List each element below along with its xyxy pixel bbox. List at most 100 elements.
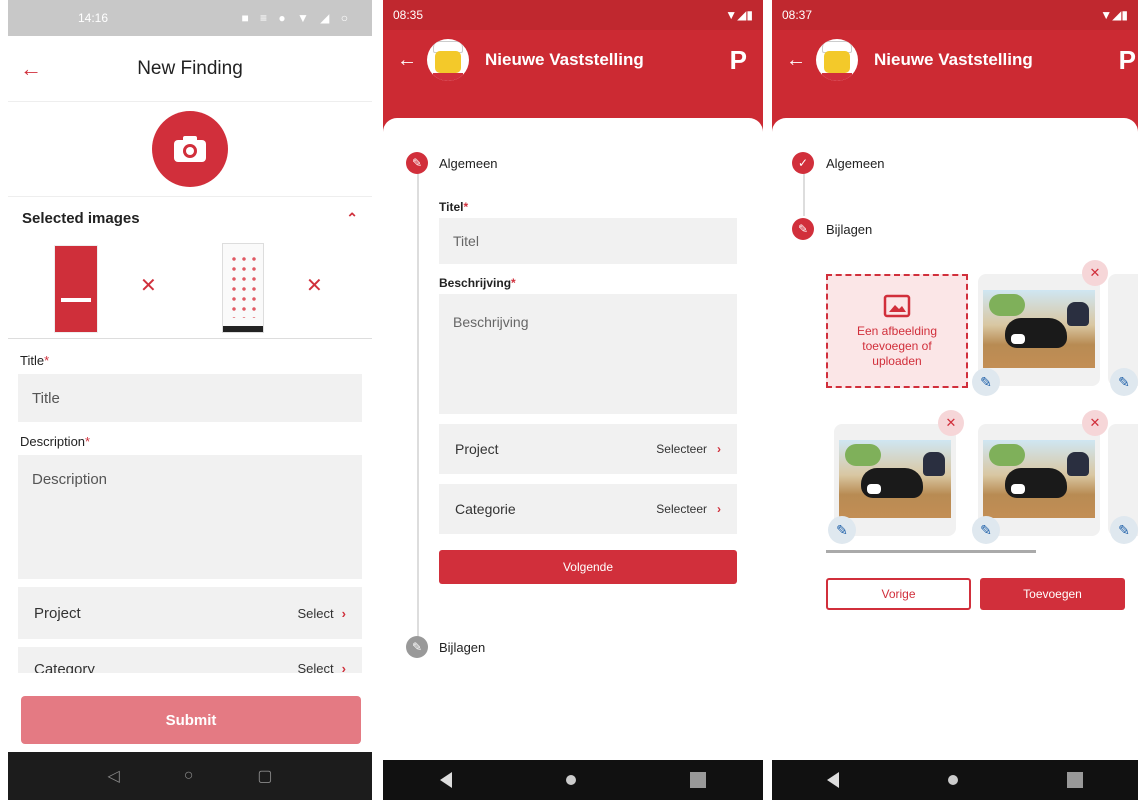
- page-title: New Finding: [137, 57, 243, 79]
- form-card: ✎ Algemeen Titel* Titel Beschrijving* Be…: [383, 118, 763, 760]
- pencil-icon[interactable]: ✎: [1110, 516, 1138, 544]
- status-time: 08:37: [782, 8, 813, 22]
- pencil-icon: ✎: [792, 218, 814, 240]
- upload-text: Een afbeelding toevoegen of uploaden: [856, 323, 938, 368]
- app-header: ← New Finding: [8, 36, 372, 102]
- previous-button[interactable]: Vorige: [826, 578, 971, 610]
- status-bar: 14:16 ■ ≡ ● ▼ ◢ ○: [8, 0, 372, 36]
- step-bijlagen[interactable]: Bijlagen: [439, 640, 485, 655]
- step-algemeen[interactable]: Algemeen: [826, 156, 885, 171]
- nav-home-icon[interactable]: [947, 775, 958, 785]
- description-input[interactable]: Beschrijving: [439, 294, 737, 414]
- content-area: ✓ Algemeen ✎ Bijlagen Een afbeelding toe…: [772, 90, 1138, 760]
- selected-images-list: ✕ ✕: [8, 239, 372, 339]
- image-thumbnail[interactable]: [54, 245, 98, 333]
- description-label: Description*: [20, 434, 91, 449]
- nav-recent-icon[interactable]: [690, 772, 706, 788]
- project-value: Selecteer: [656, 442, 707, 456]
- chevron-right-icon: ›: [717, 502, 721, 516]
- image-thumbnail[interactable]: [222, 243, 264, 333]
- chevron-right-icon: ›: [341, 605, 346, 621]
- status-icons: ▼◢▮: [725, 8, 753, 22]
- status-bar: 08:37 ▼◢▮: [772, 0, 1138, 30]
- back-arrow-icon[interactable]: ←: [20, 56, 42, 82]
- category-label: Categorie: [455, 501, 516, 517]
- system-nav-bar: [772, 760, 1138, 800]
- camera-icon: [174, 136, 206, 162]
- nav-home-icon[interactable]: ○: [184, 767, 194, 785]
- category-label: Category: [34, 661, 95, 673]
- image-icon: [883, 294, 911, 317]
- title-input[interactable]: Title: [18, 374, 362, 422]
- pencil-icon: ✎: [406, 636, 428, 658]
- project-select[interactable]: Project Select ›: [18, 587, 362, 639]
- step-algemeen[interactable]: Algemeen: [439, 156, 498, 171]
- next-button[interactable]: Volgende: [439, 550, 737, 584]
- project-select[interactable]: Project Selecteer ›: [439, 424, 737, 474]
- back-arrow-icon[interactable]: ←: [786, 49, 812, 72]
- category-value: Selecteer: [656, 502, 707, 516]
- page-title: Nieuwe Vaststelling: [485, 50, 644, 69]
- close-icon[interactable]: ✕: [140, 273, 157, 298]
- project-value: Select: [297, 605, 334, 621]
- app-header: ← Nieuwe Vaststelling P: [383, 30, 763, 90]
- close-icon[interactable]: ✕: [1082, 410, 1108, 436]
- selected-images-header[interactable]: Selected images ⌃: [8, 197, 372, 239]
- project-label: Project: [455, 441, 499, 457]
- back-arrow-icon[interactable]: ←: [397, 49, 423, 72]
- camera-section: [8, 102, 372, 197]
- screen-new-finding: 14:16 ■ ≡ ● ▼ ◢ ○ ← New Finding Selected…: [8, 0, 372, 800]
- description-label: Beschrijving*: [439, 276, 516, 290]
- pencil-icon[interactable]: ✎: [972, 368, 1000, 396]
- chevron-right-icon: ›: [717, 442, 721, 456]
- chevron-right-icon: ›: [341, 661, 346, 673]
- avatar[interactable]: [427, 39, 469, 81]
- nav-recent-icon[interactable]: ▢: [257, 766, 272, 786]
- image-card[interactable]: [978, 274, 1100, 386]
- category-select[interactable]: Categorie Selecteer ›: [439, 484, 737, 534]
- app-header: ← Nieuwe Vaststelling P: [772, 30, 1138, 90]
- horizontal-scrollbar[interactable]: [826, 550, 1036, 553]
- logo-icon: P: [1118, 44, 1136, 75]
- selected-images-label: Selected images: [22, 209, 140, 227]
- pencil-icon[interactable]: ✎: [1110, 368, 1138, 396]
- system-nav-bar: [383, 760, 763, 800]
- chevron-up-icon[interactable]: ⌃: [346, 210, 358, 227]
- status-icons: ■ ≡ ● ▼ ◢ ○: [241, 11, 352, 25]
- nav-recent-icon[interactable]: [1067, 772, 1084, 788]
- submit-button[interactable]: Submit: [21, 696, 361, 744]
- pencil-icon[interactable]: ✎: [828, 516, 856, 544]
- avatar[interactable]: [816, 39, 858, 81]
- form-card: ✓ Algemeen ✎ Bijlagen Een afbeelding toe…: [772, 118, 1138, 760]
- check-icon: ✓: [792, 152, 814, 174]
- status-time: 14:16: [78, 11, 109, 25]
- title-input[interactable]: Titel: [439, 218, 737, 264]
- pencil-icon: ✎: [406, 152, 428, 174]
- project-label: Project: [34, 604, 81, 622]
- nav-home-icon[interactable]: [566, 775, 576, 785]
- nav-back-icon[interactable]: [440, 772, 452, 788]
- status-time: 08:35: [393, 8, 424, 22]
- nav-back-icon[interactable]: [826, 772, 839, 788]
- system-nav-bar: ◁ ○ ▢: [8, 752, 372, 800]
- category-value: Select: [297, 661, 334, 673]
- status-icons: ▼◢▮: [1100, 8, 1128, 22]
- close-icon[interactable]: ✕: [938, 410, 964, 436]
- image-card[interactable]: [978, 424, 1100, 536]
- upload-image-box[interactable]: Een afbeelding toevoegen of uploaden: [826, 274, 968, 388]
- nav-back-icon[interactable]: ◁: [107, 766, 119, 786]
- title-label: Titel*: [439, 200, 469, 214]
- description-input[interactable]: Description: [18, 455, 362, 579]
- page-title: Nieuwe Vaststelling: [874, 50, 1033, 69]
- screen-nieuwe-vaststelling-step1: 08:35 ▼◢▮ ← Nieuwe Vaststelling P ✎ Alge…: [383, 0, 763, 800]
- close-icon[interactable]: ✕: [306, 273, 323, 298]
- close-icon[interactable]: ✕: [1082, 260, 1108, 286]
- camera-button[interactable]: [152, 111, 228, 187]
- pencil-icon[interactable]: ✎: [972, 516, 1000, 544]
- category-select[interactable]: Category Select ›: [18, 647, 362, 673]
- image-card[interactable]: [834, 424, 956, 536]
- title-label: Title*: [20, 353, 50, 368]
- step-bijlagen[interactable]: Bijlagen: [826, 222, 872, 237]
- screen-nieuwe-vaststelling-step2: 08:37 ▼◢▮ ← Nieuwe Vaststelling P ✓ Alge…: [772, 0, 1138, 800]
- add-button[interactable]: Toevoegen: [980, 578, 1125, 610]
